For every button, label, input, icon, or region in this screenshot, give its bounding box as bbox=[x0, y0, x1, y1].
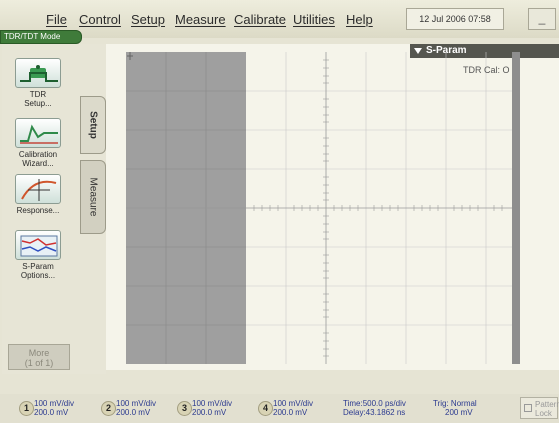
channel-4-offset: 200.0 mV bbox=[273, 408, 308, 417]
timebase-value: Time:500.0 ps/div bbox=[343, 399, 406, 408]
calibration-wizard-icon bbox=[15, 118, 61, 148]
lock-icon bbox=[524, 404, 532, 412]
menu-calibrate[interactable]: Calibrate bbox=[234, 12, 286, 27]
delay-value: Delay:43.1862 ns bbox=[343, 408, 406, 417]
response-label: Response... bbox=[16, 206, 60, 215]
pattern-label: Pattern bbox=[535, 400, 559, 409]
menu-control[interactable]: Control bbox=[79, 12, 121, 27]
tdr-setup-icon bbox=[15, 58, 61, 88]
s-param-options-button[interactable]: S-Param Options... bbox=[5, 230, 71, 290]
channel-2-offset: 200.0 mV bbox=[116, 408, 151, 417]
calibration-wizard-label: Calibration Wizard... bbox=[18, 150, 58, 168]
menu-bar: File Control Setup Measure Calibrate Uti… bbox=[0, 0, 559, 38]
tdr-setup-label: TDR Setup... bbox=[24, 90, 52, 108]
pattern-lock-button[interactable]: Pattern Lock bbox=[520, 397, 559, 419]
s-param-options-label: S-Param Options... bbox=[20, 262, 56, 280]
menu-file[interactable]: File bbox=[46, 12, 67, 27]
channel-4-number: 4 bbox=[258, 401, 273, 416]
waveform-graticule[interactable] bbox=[126, 52, 526, 364]
menu-help[interactable]: Help bbox=[346, 12, 373, 27]
channel-2-scale: 100 mV/div bbox=[116, 399, 157, 408]
tab-measure-label: Measure bbox=[87, 177, 99, 217]
lock-label: Lock bbox=[535, 409, 552, 418]
more-label: More bbox=[28, 348, 50, 358]
tdr-cal-status: TDR Cal: O bbox=[463, 65, 510, 75]
calibration-wizard-button[interactable]: Calibration Wizard... bbox=[5, 118, 71, 178]
channel-3-scale: 100 mV/div bbox=[192, 399, 233, 408]
tdr-setup-button[interactable]: TDR Setup... bbox=[5, 58, 71, 118]
channel-3-offset: 200.0 mV bbox=[192, 408, 227, 417]
trigger-mode: Trig: Normal bbox=[433, 399, 477, 408]
more-button[interactable]: More (1 of 1) bbox=[8, 344, 70, 370]
status-bar: 1 100 mV/div 200.0 mV 2 100 mV/div 200.0… bbox=[0, 394, 559, 423]
menu-utilities[interactable]: Utilities bbox=[293, 12, 335, 27]
left-panel: TDR Setup... Calibration Wizard... Respons… bbox=[2, 44, 106, 374]
mode-tag: TDR/TDT Mode bbox=[0, 30, 82, 44]
menu-measure[interactable]: Measure bbox=[175, 12, 226, 27]
response-button[interactable]: Response... bbox=[5, 174, 71, 234]
minimize-button[interactable]: _ bbox=[528, 8, 556, 30]
menu-setup[interactable]: Setup bbox=[131, 12, 165, 27]
channel-2-number: 2 bbox=[101, 401, 116, 416]
tab-setup-label: Setup bbox=[87, 111, 99, 139]
tab-measure[interactable]: Measure bbox=[80, 160, 106, 234]
channel-1-offset: 200.0 mV bbox=[34, 408, 69, 417]
datetime-display: 12 Jul 2006 07:58 bbox=[406, 8, 504, 30]
channel-4-scale: 100 mV/div bbox=[273, 399, 314, 408]
s-param-options-icon bbox=[15, 230, 61, 260]
channel-1-number: 1 bbox=[19, 401, 34, 416]
trigger-level: 200 mV bbox=[445, 408, 473, 417]
more-page: (1 of 1) bbox=[24, 358, 54, 368]
channel-1-scale: 100 mV/div bbox=[34, 399, 75, 408]
timebase-setting[interactable]: Time:500.0 ps/div Delay:43.1862 ns bbox=[343, 399, 406, 417]
trigger-setting[interactable]: Trig: Normal 200 mV bbox=[433, 399, 477, 417]
tab-setup[interactable]: Setup bbox=[80, 96, 106, 154]
channel-3-number: 3 bbox=[177, 401, 192, 416]
response-icon bbox=[15, 174, 61, 204]
right-marker-strip bbox=[512, 52, 520, 364]
